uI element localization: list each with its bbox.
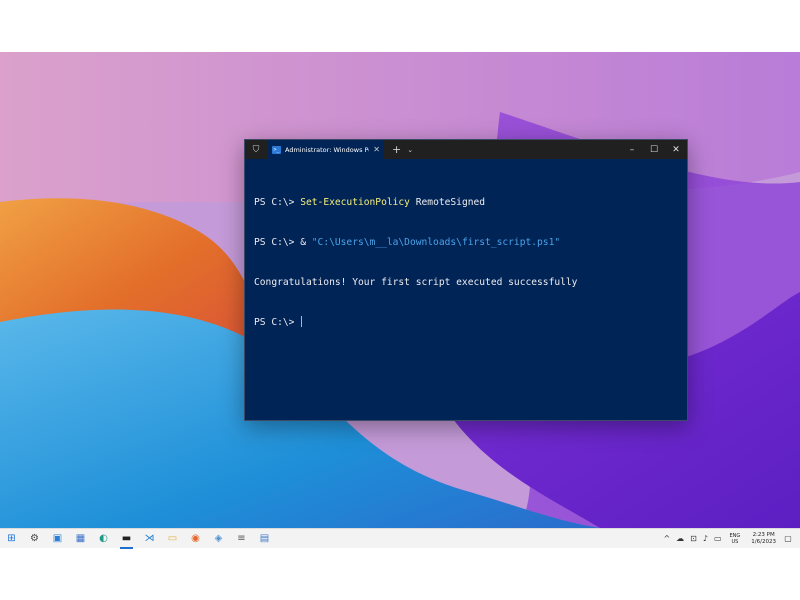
terminal-titlebar[interactable]: ⛉ >_ Administrator: Windows Powe ✕ + ⌄ –… (245, 140, 687, 159)
argument-text: RemoteSigned (409, 196, 486, 208)
app3-icon[interactable]: ≡ (230, 529, 253, 549)
terminal-tab[interactable]: >_ Administrator: Windows Powe ✕ (268, 140, 384, 159)
volume-icon[interactable]: ♪ (703, 534, 708, 543)
maximize-button[interactable]: ☐ (643, 140, 665, 159)
window-controls: – ☐ ✕ (621, 140, 687, 159)
terminal-icon[interactable]: ▬ (115, 529, 138, 549)
screen: ⛉ >_ Administrator: Windows Powe ✕ + ⌄ –… (0, 0, 800, 600)
notification-icon[interactable]: ▢ (782, 533, 794, 545)
cloud-icon[interactable]: ☁ (676, 534, 684, 543)
language-indicator[interactable]: ENG US (730, 533, 741, 545)
text-cursor (301, 316, 303, 328)
app-icon[interactable]: ▣ (46, 529, 69, 549)
console-line: PS C:\> Set-ExecutionPolicy RemoteSigned (254, 196, 679, 209)
tab-title: Administrator: Windows Powe (285, 145, 369, 154)
console-line: PS C:\> (254, 316, 679, 329)
settings-icon[interactable]: ⚙ (23, 529, 46, 549)
firefox-icon[interactable]: ◉ (184, 529, 207, 549)
output-text: Congratulations! Your first script execu… (254, 277, 578, 289)
chevron-up-icon[interactable]: ^ (663, 534, 670, 543)
new-tab-button[interactable]: + (392, 143, 401, 156)
network-icon[interactable]: ⊡ (690, 534, 697, 543)
string-text: "C:\Users\m__la\Downloads\first_script.p… (311, 237, 561, 249)
console-line: Congratulations! Your first script execu… (254, 276, 679, 289)
start-icon[interactable]: ⊞ (0, 529, 23, 549)
taskbar: ⊞ ⚙ ▣ ▦ ◐ ▬ ⋊ ▭ ◉ ◈ ≡ ▤ ^ ☁ ⊡ ♪ ▭ ENG US… (0, 528, 800, 549)
app4-icon[interactable]: ▤ (253, 529, 276, 549)
clock-time: 2:23 PM (752, 531, 775, 538)
edge-icon[interactable]: ◐ (92, 529, 115, 549)
shield-icon: ⛉ (252, 144, 260, 155)
console-line: PS C:\> & "C:\Users\m__la\Downloads\firs… (254, 236, 679, 249)
terminal-window[interactable]: ⛉ >_ Administrator: Windows Powe ✕ + ⌄ –… (244, 139, 688, 421)
store-icon[interactable]: ▦ (69, 529, 92, 549)
clock-date: 1/6/2023 (751, 538, 776, 545)
clock[interactable]: 2:23 PM 1/6/2023 (751, 532, 776, 546)
prompt-text: PS C:\> & (254, 237, 312, 249)
minimize-button[interactable]: – (621, 140, 643, 159)
powershell-icon: >_ (272, 145, 281, 154)
command-text: Set-ExecutionPolicy (300, 196, 410, 208)
file-explorer-icon[interactable]: ▭ (161, 529, 184, 549)
tab-close-icon[interactable]: ✕ (373, 145, 380, 154)
close-button[interactable]: ✕ (665, 140, 687, 159)
prompt-text: PS C:\> (254, 317, 301, 329)
console-output[interactable]: PS C:\> Set-ExecutionPolicy RemoteSigned… (254, 169, 679, 357)
vscode-icon[interactable]: ⋊ (138, 529, 161, 549)
prompt-text: PS C:\> (254, 196, 301, 208)
region-code: US (731, 538, 739, 545)
tab-dropdown-button[interactable]: ⌄ (407, 146, 413, 154)
app2-icon[interactable]: ◈ (207, 529, 230, 549)
system-tray: ^ ☁ ⊡ ♪ ▭ ENG US 2:23 PM 1/6/2023 ▢ (660, 529, 800, 549)
battery-icon[interactable]: ▭ (714, 534, 722, 543)
